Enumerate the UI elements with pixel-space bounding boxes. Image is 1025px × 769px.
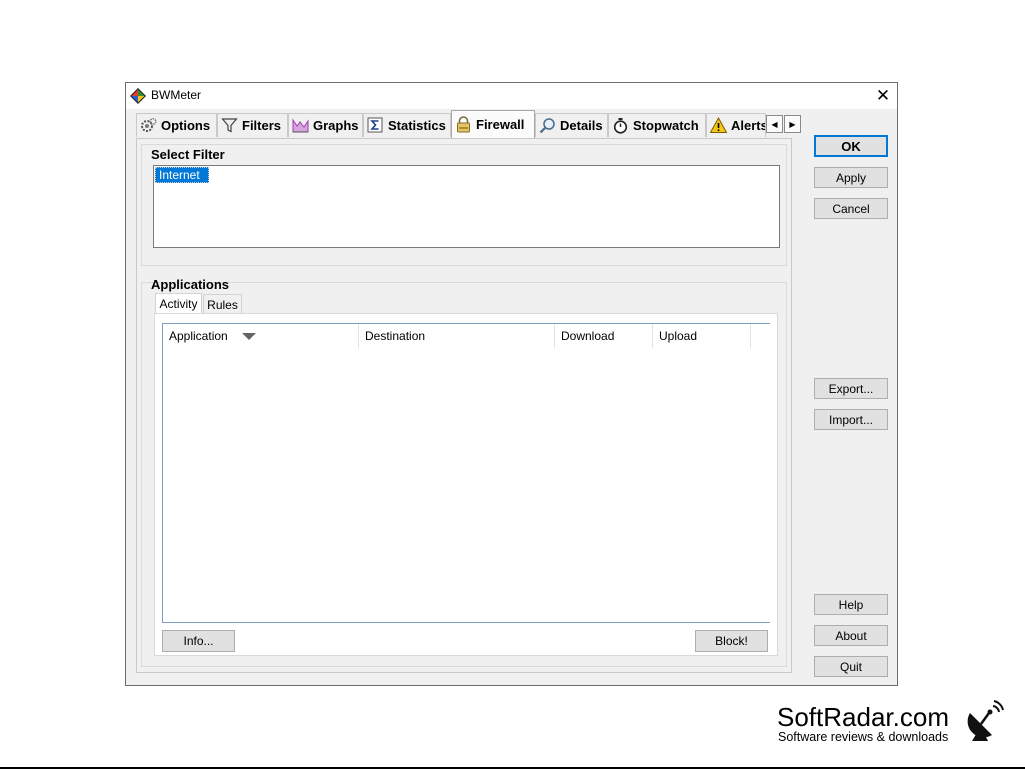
watermark-subtitle: Software reviews & downloads xyxy=(778,730,949,744)
close-icon[interactable]: ✕ xyxy=(870,83,896,109)
tab-stopwatch[interactable]: Stopwatch xyxy=(608,113,706,137)
padlock-icon xyxy=(455,116,472,133)
tab-firewall[interactable]: Firewall xyxy=(451,110,535,138)
select-filter-title: Select Filter xyxy=(151,147,225,162)
title-bar[interactable]: BWMeter ✕ xyxy=(126,83,897,109)
cancel-button[interactable]: Cancel xyxy=(814,198,888,219)
tab-label: Statistics xyxy=(388,118,446,133)
sort-down-icon xyxy=(241,332,256,340)
quit-button[interactable]: Quit xyxy=(814,656,888,677)
tab-label: Alerts xyxy=(731,118,766,133)
column-header-label: Application xyxy=(169,329,228,343)
window-title: BWMeter xyxy=(151,88,202,102)
tab-graphs[interactable]: Graphs xyxy=(288,113,363,137)
graph-icon xyxy=(292,117,309,134)
filter-item-internet[interactable]: Internet xyxy=(155,167,209,183)
watermark-title: SoftRadar.com xyxy=(777,702,949,732)
tab-label: Details xyxy=(560,118,603,133)
gears-icon xyxy=(140,117,157,134)
bwmeter-window: BWMeter ✕ Options Filters Graphs Statist… xyxy=(125,82,898,686)
tab-label: Stopwatch xyxy=(633,118,699,133)
tab-statistics[interactable]: Statistics xyxy=(363,113,451,137)
apply-button[interactable]: Apply xyxy=(814,167,888,188)
tab-filters[interactable]: Filters xyxy=(217,113,288,137)
block-button[interactable]: Block! xyxy=(695,630,768,652)
tab-label: Filters xyxy=(242,118,282,133)
warning-icon xyxy=(710,117,727,134)
export-button[interactable]: Export... xyxy=(814,378,888,399)
column-header-application[interactable]: Application xyxy=(163,324,359,348)
subtab-rules[interactable]: Rules xyxy=(203,294,242,314)
tab-label: Graphs xyxy=(313,118,359,133)
import-button[interactable]: Import... xyxy=(814,409,888,430)
satellite-dish-icon xyxy=(967,700,1004,741)
subtab-activity[interactable]: Activity xyxy=(155,293,202,314)
column-header-destination[interactable]: Destination xyxy=(359,324,555,348)
sigma-icon xyxy=(367,117,384,134)
tab-scroll-right-button[interactable]: ▶ xyxy=(784,115,801,133)
help-button[interactable]: Help xyxy=(814,594,888,615)
applications-title: Applications xyxy=(151,277,230,292)
stopwatch-icon xyxy=(612,117,629,134)
tab-options[interactable]: Options xyxy=(136,113,217,137)
filter-listbox[interactable]: Internet xyxy=(153,165,780,248)
tab-label: Firewall xyxy=(476,117,525,132)
column-header-upload[interactable]: Upload xyxy=(653,324,751,348)
tab-alerts[interactable]: Alerts xyxy=(706,113,766,137)
applications-listview[interactable]: Application Destination Download Upload xyxy=(162,323,770,623)
column-header-download[interactable]: Download xyxy=(555,324,653,348)
about-button[interactable]: About xyxy=(814,625,888,646)
tab-details[interactable]: Details xyxy=(535,113,608,137)
funnel-icon xyxy=(221,117,238,134)
tab-scroll-left-button[interactable]: ◀ xyxy=(766,115,783,133)
magnifier-icon xyxy=(539,117,556,134)
tab-label: Options xyxy=(161,118,211,133)
info-button[interactable]: Info... xyxy=(162,630,235,652)
bwmeter-diamond-icon xyxy=(130,88,146,104)
ok-button[interactable]: OK xyxy=(814,135,888,157)
